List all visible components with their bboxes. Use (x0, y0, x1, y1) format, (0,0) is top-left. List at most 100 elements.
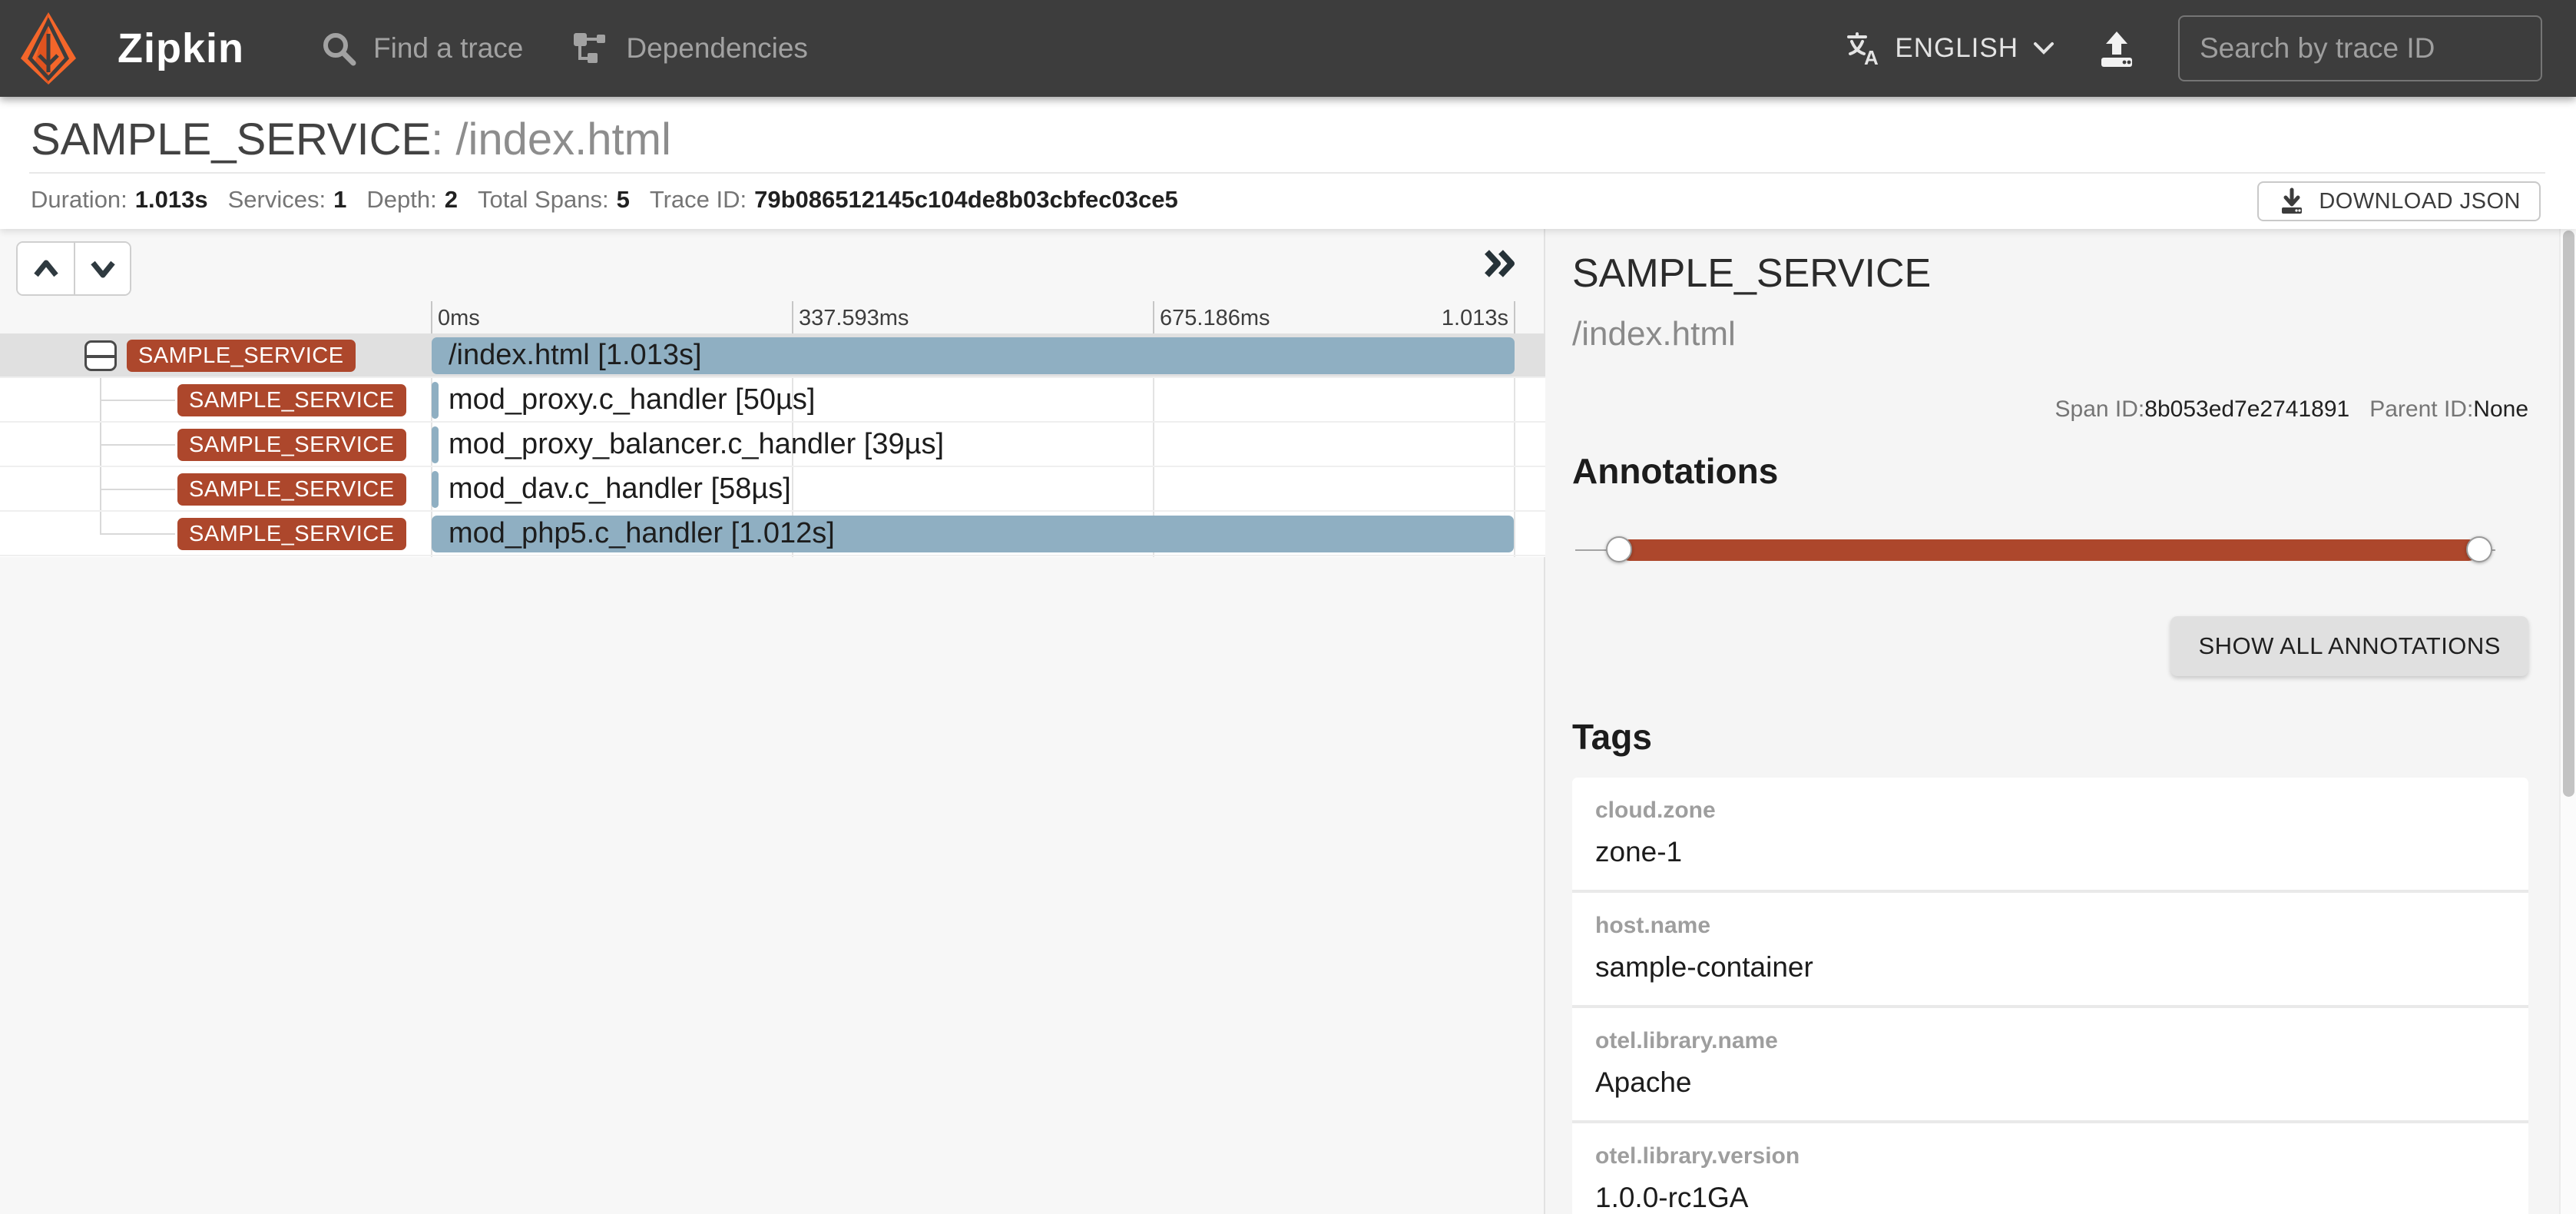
span-duration-bar[interactable] (432, 426, 439, 463)
span-duration-bar[interactable] (432, 471, 439, 508)
tick-label: 0ms (438, 306, 480, 331)
tag-value: sample-container (1595, 951, 2505, 983)
span-duration-bar[interactable] (432, 382, 439, 419)
span-detail-panel: SAMPLE_SERVICE /index.html Span ID:8b053… (1545, 229, 2559, 1214)
span-name-label: /index.html [1.013s] (449, 333, 702, 376)
span-name-label: mod_proxy.c_handler [50µs] (449, 378, 815, 421)
trace-stat-label: Trace ID: (650, 186, 747, 214)
parent-id-label: Parent ID: (2369, 396, 2473, 422)
upload-trace-button[interactable] (2095, 27, 2138, 70)
span-name-label: mod_dav.c_handler [58µs] (449, 467, 791, 510)
tag-value: Apache (1595, 1066, 2505, 1099)
download-icon (2277, 187, 2306, 216)
scrollbar-thumb[interactable] (2563, 231, 2574, 797)
collapse-all-button[interactable] (18, 243, 74, 294)
trace-stat: Total Spans: 5 (478, 186, 630, 214)
trace-stat-value: 1 (333, 186, 346, 214)
tag-value: zone-1 (1595, 836, 2505, 868)
nav-item-dependencies[interactable]: Dependencies (572, 32, 808, 65)
main-content: 0ms337.593ms675.186ms1.013s SAMPLE_SERVI… (0, 229, 2576, 1214)
chevron-down-icon (2032, 41, 2055, 56)
tick-mark (1514, 301, 1515, 333)
service-badge: SAMPLE_SERVICE (127, 340, 356, 372)
span-row[interactable]: SAMPLE_SERVICE/index.html [1.013s] (0, 333, 1545, 378)
trace-header: SAMPLE_SERVICE: /index.html Duration: 1.0… (0, 97, 2576, 229)
span-row[interactable]: SAMPLE_SERVICE mod_proxy.c_handler [50µs] (0, 378, 1545, 423)
trace-stat-value: 5 (617, 186, 630, 214)
trace-title-service: SAMPLE_SERVICE (31, 114, 431, 164)
span-name-label: mod_php5.c_handler [1.012s] (449, 512, 835, 555)
span-id-label: Span ID: (2055, 396, 2145, 422)
nav-item-find-a-trace[interactable]: Find a trace (321, 31, 523, 66)
tags-card: cloud.zonezone-1host.namesample-containe… (1572, 778, 2528, 1214)
slider-selected-range[interactable] (1619, 539, 2479, 561)
trace-stat-value: 2 (445, 186, 458, 214)
show-all-annotations-button[interactable]: SHOW ALL ANNOTATIONS (2170, 616, 2528, 676)
trace-stat-label: Services: (228, 186, 326, 214)
span-name-label: mod_proxy_balancer.c_handler [39µs] (449, 423, 944, 466)
double-chevron-right-icon (1482, 247, 1518, 280)
collapse-children-toggle[interactable] (84, 340, 117, 371)
slider-handle-end[interactable] (2466, 536, 2492, 562)
tick-label: 337.593ms (799, 306, 909, 331)
nav-menu: Find a trace Dependencies (321, 31, 808, 66)
title-divider (29, 172, 2545, 174)
trace-stat-value: 79b086512145c104de8b03cbfec03ce5 (754, 186, 1178, 214)
download-json-label: DOWNLOAD JSON (2319, 189, 2521, 214)
span-ids-line: Span ID:8b053ed7e2741891 Parent ID:None (2055, 396, 2528, 423)
tick-mark (1153, 301, 1154, 333)
trace-stat: Trace ID:79b086512145c104de8b03cbfec03ce… (650, 186, 1178, 214)
span-row[interactable]: SAMPLE_SERVICE mod_proxy_balancer.c_handl… (0, 423, 1545, 467)
parent-id-value: None (2473, 396, 2528, 422)
tags-title: Tags (1572, 716, 1652, 758)
service-badge: SAMPLE_SERVICE (177, 429, 406, 461)
tag-row: cloud.zonezone-1 (1572, 778, 2528, 893)
trace-stat-value: 1.013s (135, 186, 208, 214)
tag-row: otel.library.version1.0.0-rc1GA (1572, 1123, 2528, 1214)
detail-service-name: SAMPLE_SERVICE (1572, 250, 1931, 297)
trace-title-endpoint: /index.html (455, 114, 670, 164)
service-badge: SAMPLE_SERVICE (177, 473, 406, 506)
dependencies-icon (572, 32, 609, 65)
service-badge: SAMPLE_SERVICE (177, 384, 406, 416)
trace-stat-label: Depth: (366, 186, 436, 214)
tag-row: otel.library.name Apache (1572, 1008, 2528, 1123)
tag-row: host.namesample-container (1572, 893, 2528, 1008)
search-by-trace-id-input[interactable] (2178, 15, 2542, 81)
svg-text:A: A (1864, 46, 1879, 66)
trace-stats: Duration: 1.013s Services:1 Depth: 2 Total Sp… (31, 186, 1178, 214)
tag-key: otel.library.name (1595, 1028, 2505, 1054)
language-selector[interactable]: A ENGLISH (1846, 31, 2055, 66)
span-rows: SAMPLE_SERVICE/index.html [1.013s]SAMPLE… (0, 333, 1545, 557)
zipkin-home-link[interactable]: Zipkin (16, 11, 244, 86)
chevron-down-icon (89, 259, 117, 279)
span-row[interactable]: SAMPLE_SERVICE mod_dav.c_handler [58µs] (0, 467, 1545, 512)
nav-item-label: Dependencies (626, 32, 808, 65)
annotations-range-slider (1575, 535, 2495, 566)
service-badge: SAMPLE_SERVICE (177, 518, 406, 550)
collapse-detail-button[interactable] (1482, 247, 1518, 284)
tick-label: 675.186ms (1160, 306, 1270, 331)
trace-stat-label: Duration: (31, 186, 127, 214)
trace-timeline-panel: 0ms337.593ms675.186ms1.013s SAMPLE_SERVI… (0, 229, 1545, 1214)
trace-stat: Depth: 2 (366, 186, 458, 214)
chevron-up-icon (32, 259, 60, 279)
vertical-scrollbar (2559, 229, 2576, 1214)
expand-all-button[interactable] (74, 243, 130, 294)
translate-icon: A (1846, 31, 1881, 66)
span-id-value: 8b053ed7e2741891 (2144, 396, 2349, 422)
language-label: ENGLISH (1895, 33, 2018, 64)
tag-value: 1.0.0-rc1GA (1595, 1182, 2505, 1214)
tick-mark (792, 301, 793, 333)
trace-title-separator: : (431, 114, 455, 164)
download-json-button[interactable]: DOWNLOAD JSON (2257, 181, 2541, 221)
page-title: SAMPLE_SERVICE: /index.html (31, 114, 671, 165)
span-row[interactable]: SAMPLE_SERVICE mod_php5.c_handler [1.012s… (0, 512, 1545, 556)
collapse-expand-group (16, 241, 131, 296)
upload-icon (2095, 27, 2138, 70)
zipkin-logo-icon (16, 11, 81, 86)
slider-handle-start[interactable] (1606, 536, 1632, 562)
timeline-tick-header: 0ms337.593ms675.186ms1.013s (432, 301, 1515, 333)
trace-stat-label: Total Spans: (478, 186, 609, 214)
annotations-title: Annotations (1572, 450, 1778, 492)
